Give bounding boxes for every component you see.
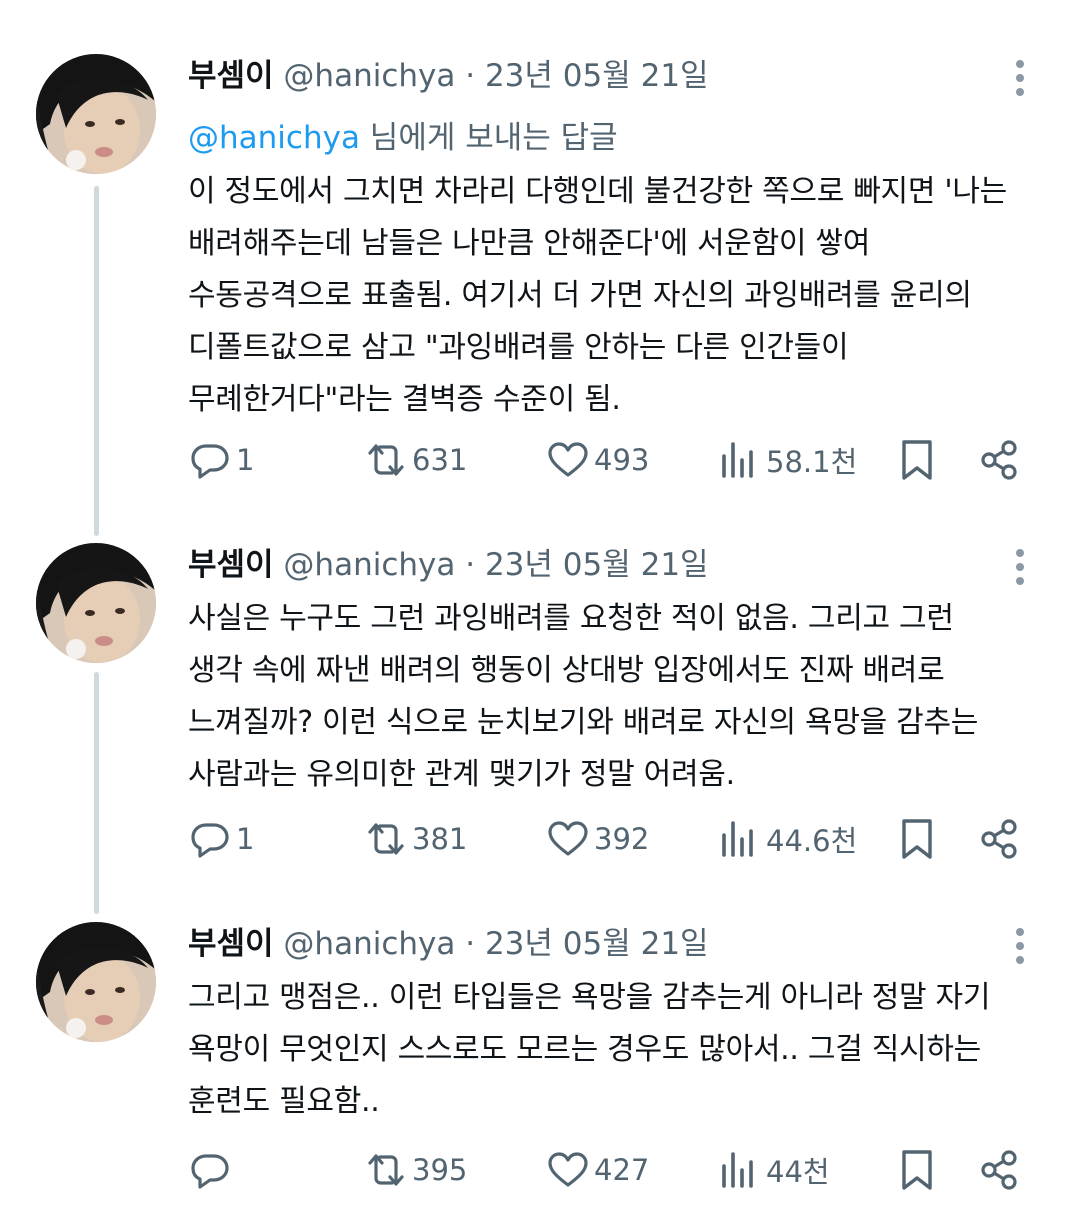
more-icon[interactable] xyxy=(1010,56,1030,100)
reply-icon xyxy=(191,823,229,858)
retweet-icon xyxy=(368,1154,404,1186)
share-icon xyxy=(981,1150,1017,1190)
tweet-header: 부셈이 @hanichya · 23년 05월 21일 xyxy=(188,543,709,587)
bookmark-icon xyxy=(902,1150,932,1190)
retweet-button[interactable]: 631 xyxy=(364,436,467,484)
more-icon[interactable] xyxy=(1010,545,1030,589)
like-count: 427 xyxy=(594,1153,650,1187)
tweet-date[interactable]: 23년 05월 21일 xyxy=(485,926,709,962)
tweet-actions: 1 631 493 58.1천 xyxy=(188,436,1038,484)
tweet-actions: 1 381 392 44.6천 xyxy=(188,815,1038,863)
heart-icon xyxy=(548,1152,588,1187)
share-button[interactable] xyxy=(978,436,1022,484)
reply-count: 1 xyxy=(236,443,255,477)
reply-button[interactable]: 1 xyxy=(188,436,254,484)
avatar[interactable] xyxy=(36,922,156,1042)
retweet-count: 381 xyxy=(412,822,468,856)
retweet-icon xyxy=(368,444,404,476)
share-icon xyxy=(981,819,1017,859)
reply-button[interactable] xyxy=(188,1146,236,1194)
tweet-text: 사실은 누구도 그런 과잉배려를 요청한 적이 없음. 그리고 그런 생각 속에… xyxy=(188,601,979,792)
tweet-header: 부셈이 @hanichya · 23년 05월 21일 xyxy=(188,922,709,966)
display-name[interactable]: 부셈이 xyxy=(188,58,274,94)
share-button[interactable] xyxy=(978,1146,1022,1194)
reply-icon xyxy=(191,444,229,479)
share-button[interactable] xyxy=(978,815,1022,863)
retweet-icon xyxy=(368,823,404,855)
bookmark-button[interactable] xyxy=(896,1146,940,1194)
reply-button[interactable]: 1 xyxy=(188,815,254,863)
separator-dot: · xyxy=(465,926,476,962)
tweet[interactable]: 부셈이 @hanichya · 23년 05월 21일 @hanichya 님에… xyxy=(0,54,1080,494)
replying-to: @hanichya 님에게 보내는 답글 xyxy=(188,112,618,157)
reply-mention-link[interactable]: @hanichya xyxy=(188,120,360,156)
separator-dot: · xyxy=(465,547,476,583)
views-count: 44천 xyxy=(766,1155,830,1189)
user-handle[interactable]: @hanichya xyxy=(283,547,455,583)
replying-to-label: 님에게 보내는 답글 xyxy=(359,120,618,156)
heart-icon xyxy=(548,442,588,477)
views-count: 58.1천 xyxy=(766,445,858,479)
views-icon xyxy=(722,821,753,857)
tweet[interactable]: 부셈이 @hanichya · 23년 05월 21일 그리고 맹점은.. 이런… xyxy=(0,922,1080,1222)
tweet-header: 부셈이 @hanichya · 23년 05월 21일 xyxy=(188,54,709,98)
more-icon[interactable] xyxy=(1010,924,1030,968)
bookmark-icon xyxy=(902,819,932,859)
bookmark-button[interactable] xyxy=(896,436,940,484)
retweet-count: 631 xyxy=(412,443,468,477)
like-count: 392 xyxy=(594,822,650,856)
retweet-count: 395 xyxy=(412,1153,468,1187)
user-handle[interactable]: @hanichya xyxy=(283,58,455,94)
views-icon xyxy=(722,1152,753,1188)
views-count: 44.6천 xyxy=(766,824,858,858)
like-button[interactable]: 392 xyxy=(546,815,649,863)
retweet-button[interactable]: 381 xyxy=(364,815,467,863)
tweet[interactable]: 부셈이 @hanichya · 23년 05월 21일 사실은 누구도 그런 과… xyxy=(0,543,1080,863)
separator-dot: · xyxy=(465,58,476,94)
tweet-date[interactable]: 23년 05월 21일 xyxy=(485,58,709,94)
user-handle[interactable]: @hanichya xyxy=(283,926,455,962)
display-name[interactable]: 부셈이 xyxy=(188,926,274,962)
views-icon xyxy=(722,442,753,478)
bookmark-button[interactable] xyxy=(896,815,940,863)
avatar[interactable] xyxy=(36,54,156,174)
views-button[interactable]: 58.1천 xyxy=(718,436,857,484)
tweet-date[interactable]: 23년 05월 21일 xyxy=(485,547,709,583)
tweet-actions: 395 427 44천 xyxy=(188,1146,1038,1194)
like-button[interactable]: 493 xyxy=(546,436,649,484)
tweet-text: 그리고 맹점은.. 이런 타입들은 욕망을 감추는게 아니라 정말 자기 욕망이… xyxy=(188,980,991,1119)
like-button[interactable]: 427 xyxy=(546,1146,649,1194)
avatar[interactable] xyxy=(36,543,156,663)
bookmark-icon xyxy=(902,440,932,480)
like-count: 493 xyxy=(594,443,650,477)
reply-icon xyxy=(191,1154,229,1189)
views-button[interactable]: 44천 xyxy=(718,1146,830,1194)
share-icon xyxy=(981,440,1017,480)
reply-count: 1 xyxy=(236,822,255,856)
views-button[interactable]: 44.6천 xyxy=(718,815,857,863)
tweet-text: 이 정도에서 그치면 차라리 다행인데 불건강한 쪽으로 빠지면 '나는 배려해… xyxy=(188,174,1007,417)
retweet-button[interactable]: 395 xyxy=(364,1146,467,1194)
display-name[interactable]: 부셈이 xyxy=(188,547,274,583)
heart-icon xyxy=(548,821,588,856)
